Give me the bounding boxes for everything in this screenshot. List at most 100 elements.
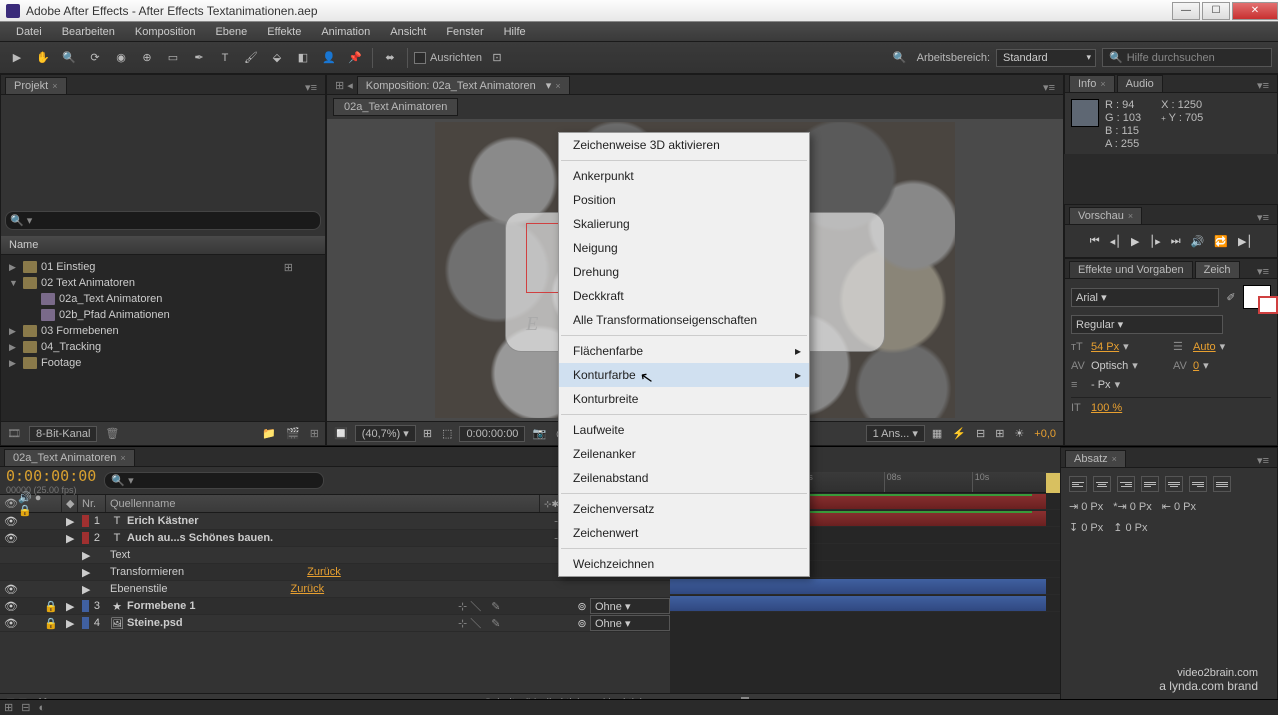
minimize-button[interactable]: —	[1172, 2, 1200, 20]
panel-menu-icon[interactable]: ▾≡	[301, 81, 321, 94]
fast-preview-icon[interactable]: ⚡	[949, 427, 969, 440]
project-item[interactable]: ▶04_Tracking	[5, 339, 321, 355]
leading-value[interactable]: Auto	[1193, 341, 1216, 353]
justify-last-left-icon[interactable]	[1141, 476, 1159, 492]
views-dropdown[interactable]: 1 Ans... ▾	[866, 425, 925, 442]
pixel-aspect-icon[interactable]: ▦	[929, 427, 945, 440]
menu-bearbeiten[interactable]: Bearbeiten	[52, 24, 125, 40]
audio-tab[interactable]: Audio	[1117, 75, 1163, 92]
space-after[interactable]: ↥ 0 Px	[1113, 521, 1147, 534]
status-icon[interactable]: ◐	[34, 702, 49, 714]
comp-subtab[interactable]: 02a_Text Animatoren	[333, 98, 458, 116]
menu-item[interactable]: Zeilenabstand	[559, 466, 809, 490]
close-icon[interactable]: ×	[52, 81, 57, 91]
timeline-layer-row[interactable]: 👁🔒 ▶ 4 🖼Steine.psd ⊹ ＼ ✎⊚Ohne ▾	[0, 615, 670, 632]
status-icon[interactable]: ⊞	[0, 701, 17, 714]
current-timecode[interactable]: 0:00:00:00	[6, 467, 96, 485]
menu-item[interactable]: Flächenfarbe	[559, 339, 809, 363]
status-icon[interactable]: ⊟	[17, 701, 34, 714]
last-frame-icon[interactable]: ⏭	[1171, 235, 1181, 248]
menu-ansicht[interactable]: Ansicht	[380, 24, 436, 40]
font-family-dropdown[interactable]: Arial ▾	[1071, 288, 1219, 307]
menu-item[interactable]: Neigung	[559, 236, 809, 260]
hand-tool-icon[interactable]: ✋	[32, 47, 54, 69]
maximize-button[interactable]: ☐	[1202, 2, 1230, 20]
rect-tool-icon[interactable]: ▭	[162, 47, 184, 69]
ram-preview-icon[interactable]: ▶⎮	[1238, 235, 1252, 248]
search-toggle-icon[interactable]: 🔍	[889, 47, 911, 69]
exposure-value[interactable]: +0,0	[1031, 428, 1059, 440]
resolution-icon[interactable]: ⊞	[420, 427, 435, 440]
menu-item[interactable]: Zeichenweise 3D aktivieren	[559, 133, 809, 157]
camera-tool-icon[interactable]: ◉	[110, 47, 132, 69]
panel-menu-icon[interactable]: ▾≡	[1253, 454, 1273, 467]
snap-checkbox[interactable]	[414, 52, 426, 64]
zoom-dropdown[interactable]: (40,7%) ▾	[355, 425, 416, 442]
layer-bar-3[interactable]	[670, 579, 1046, 594]
tracking-value[interactable]: 0	[1193, 360, 1199, 372]
absatz-tab[interactable]: Absatz×	[1065, 450, 1126, 467]
bit-depth-button[interactable]: 8-Bit-Kanal	[29, 426, 97, 442]
loop-icon[interactable]: 🔁	[1214, 235, 1228, 248]
align-left-icon[interactable]	[1069, 476, 1087, 492]
indent-right[interactable]: ⇤ 0 Px	[1162, 500, 1196, 513]
menu-item[interactable]: Ankerpunkt	[559, 164, 809, 188]
timeline-icon[interactable]: ⊟	[973, 427, 988, 440]
font-style-dropdown[interactable]: Regular ▾	[1071, 315, 1223, 334]
panel-menu-icon[interactable]: ▾≡	[1253, 265, 1273, 278]
comp-end-marker[interactable]	[1046, 473, 1060, 493]
panel-menu-icon[interactable]: ▾≡	[1253, 79, 1273, 92]
menu-item[interactable]: Laufweite	[559, 418, 809, 442]
project-item[interactable]: ▶01 Einstieg⊞	[5, 259, 321, 275]
menu-item[interactable]: Konturbreite	[559, 387, 809, 411]
menu-fenster[interactable]: Fenster	[436, 24, 493, 40]
selection-tool-icon[interactable]: ▶	[6, 47, 28, 69]
justify-last-center-icon[interactable]	[1165, 476, 1183, 492]
eyedropper-icon[interactable]: ✐	[1223, 291, 1239, 304]
brush-tool-icon[interactable]: 🖌	[240, 47, 262, 69]
menu-item[interactable]: Zeichenversatz	[559, 497, 809, 521]
panel-menu-icon[interactable]: ▾≡	[1039, 81, 1059, 94]
comp-navigator-icon[interactable]: ⊞ ◂	[331, 77, 357, 94]
timeline-tab[interactable]: 02a_Text Animatoren×	[4, 449, 135, 466]
close-icon[interactable]: ×	[555, 81, 560, 91]
menu-item[interactable]: Zeilenanker	[559, 442, 809, 466]
info-tab[interactable]: Info×	[1069, 75, 1115, 92]
help-search-input[interactable]: 🔍 Hilfe durchsuchen	[1102, 48, 1272, 67]
eraser-tool-icon[interactable]: ◧	[292, 47, 314, 69]
project-item[interactable]: ▼02 Text Animatoren	[5, 275, 321, 291]
layer-bar-4[interactable]	[670, 596, 1046, 611]
anchor-tool-icon[interactable]: ⊕	[136, 47, 158, 69]
menu-item[interactable]: Position	[559, 188, 809, 212]
snap-options-icon[interactable]: ⊡	[486, 47, 508, 69]
project-name-header[interactable]: Name	[1, 236, 325, 255]
align-center-icon[interactable]	[1093, 476, 1111, 492]
align-right-icon[interactable]	[1117, 476, 1135, 492]
timeline-layer-row[interactable]: 👁▶ EbenenstileZurück	[0, 581, 670, 598]
character-tab[interactable]: Zeich	[1195, 261, 1240, 278]
preview-tab[interactable]: Vorschau×	[1069, 207, 1142, 224]
interpret-icon[interactable]: 🎞	[5, 427, 23, 440]
folder-icon[interactable]: 📁	[260, 427, 278, 440]
text-tool-icon[interactable]: T	[214, 47, 236, 69]
roto-tool-icon[interactable]: 👤	[318, 47, 340, 69]
stamp-tool-icon[interactable]: ⬙	[266, 47, 288, 69]
menu-ebene[interactable]: Ebene	[205, 24, 257, 40]
local-axis-icon[interactable]: ⬌	[379, 47, 401, 69]
current-time[interactable]: 0:00:00:00	[459, 426, 525, 442]
play-icon[interactable]: ▶	[1131, 235, 1139, 248]
panel-menu-icon[interactable]: ▾≡	[1253, 211, 1273, 224]
stroke-width-value[interactable]: - Px	[1091, 379, 1111, 391]
menu-item[interactable]: Konturfarbe	[559, 363, 809, 387]
indent-first[interactable]: *⇥ 0 Px	[1113, 500, 1152, 513]
project-search-input[interactable]: 🔍 ▾	[5, 211, 321, 230]
justify-all-icon[interactable]	[1213, 476, 1231, 492]
magnify-icon[interactable]: 🔲	[331, 427, 351, 440]
zoom-tool-icon[interactable]: 🔍	[58, 47, 80, 69]
kerning-value[interactable]: Optisch	[1091, 360, 1128, 372]
prev-frame-icon[interactable]: ◂⎮	[1110, 235, 1121, 248]
timeline-search-input[interactable]: 🔍 ▾	[104, 472, 324, 489]
menu-item[interactable]: Skalierung	[559, 212, 809, 236]
trash-icon[interactable]: 🗑	[103, 427, 121, 440]
justify-last-right-icon[interactable]	[1189, 476, 1207, 492]
